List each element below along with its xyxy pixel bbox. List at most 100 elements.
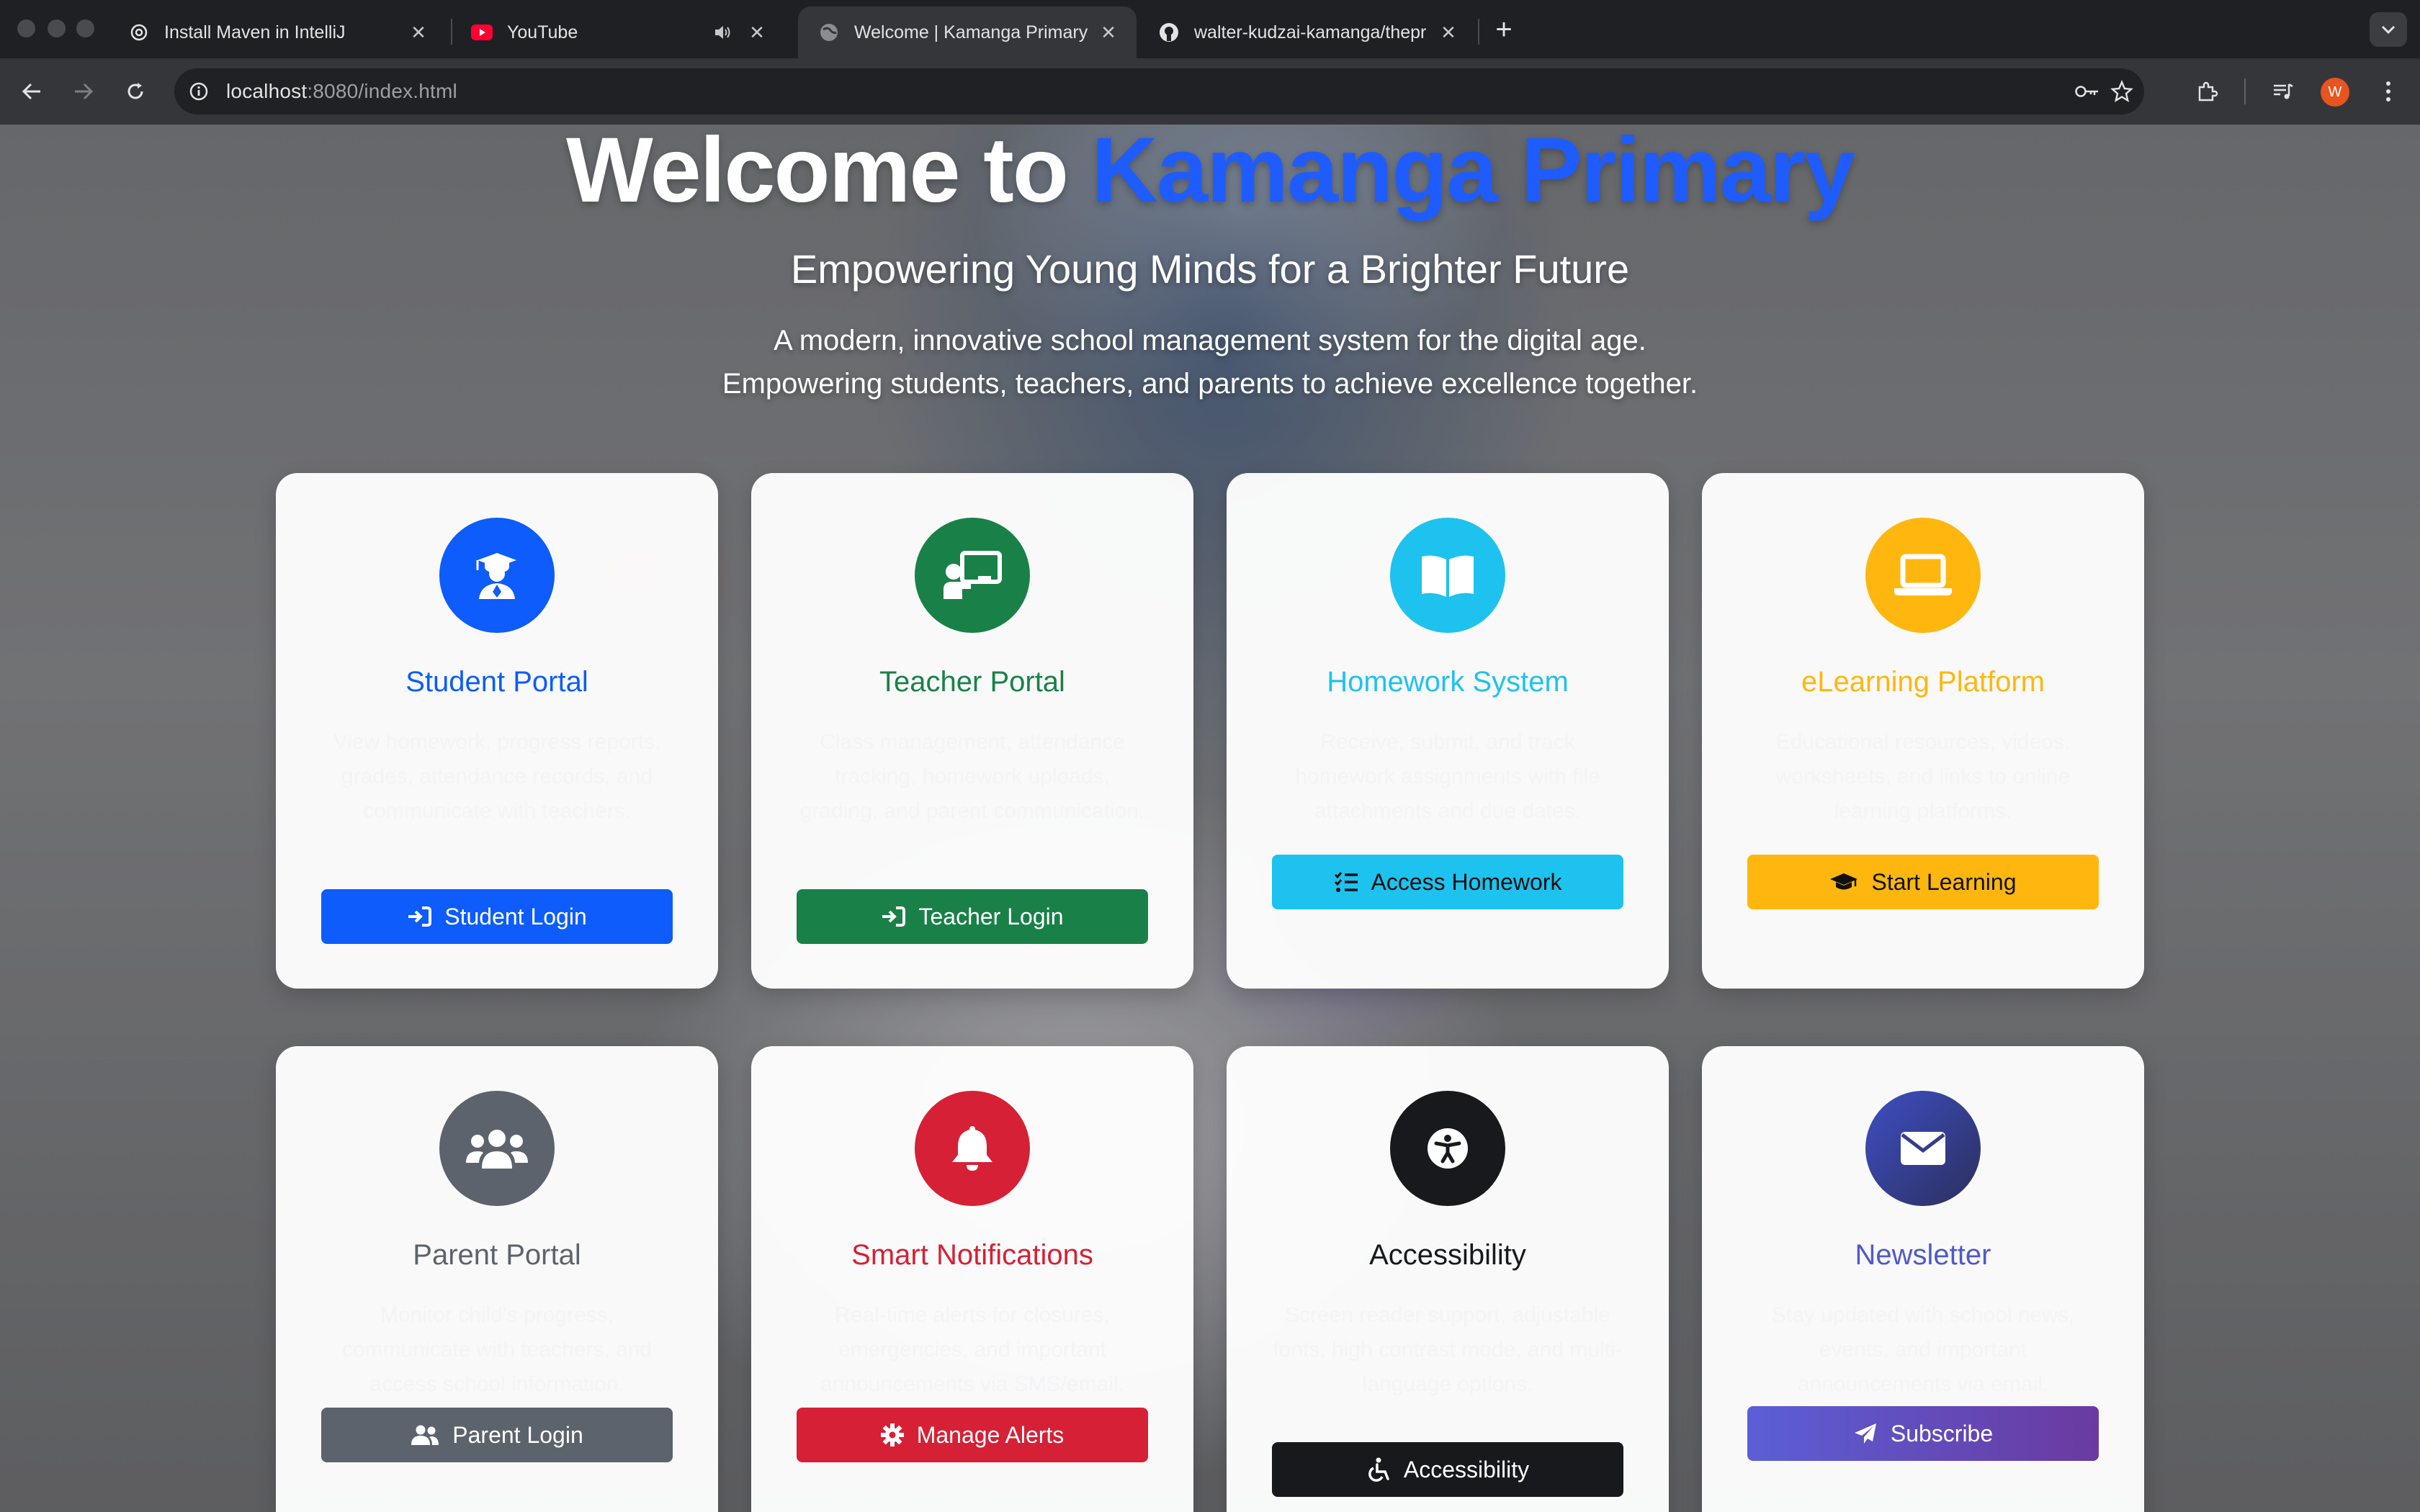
wheelchair-icon [1368,1457,1389,1482]
new-tab-plus-icon[interactable]: + [1487,13,1520,46]
tab-title: YouTube [507,22,578,42]
tab-close-icon[interactable]: ✕ [1098,22,1119,43]
hero-description-line: A modern, innovative school management s… [774,325,1646,356]
card-description: Stay updated with school news, events, a… [1771,1303,2075,1396]
tab-close-icon[interactable]: ✕ [1438,22,1459,43]
site-info-icon[interactable] [186,78,212,104]
card-description: Receive, submit, and track homework assi… [1295,730,1600,823]
card-title: Smart Notifications [851,1239,1093,1271]
media-control-icon[interactable] [2267,76,2299,107]
card-title: Teacher Portal [879,666,1065,698]
tab-title: walter-kudzai-kamanga/thepr [1194,22,1427,42]
card-description: Real-time alerts for closures, emergenci… [820,1303,1124,1396]
tab-close-icon[interactable]: ✕ [408,22,429,43]
accessibility-button[interactable]: Accessibility [1272,1442,1623,1497]
tab-youtube[interactable]: YouTube ✕ [451,6,785,58]
teacher-login-button[interactable]: Teacher Login [797,889,1148,944]
profile-avatar[interactable]: W [2321,78,2349,107]
card-description: Monitor child's progress, communicate wi… [341,1303,653,1396]
graduation-cap-icon [1830,873,1858,890]
cog-icon [880,1423,904,1446]
card-title: Accessibility [1369,1239,1526,1271]
button-label: Manage Alerts [916,1421,1065,1448]
button-label: Start Learning [1871,868,2017,895]
sign-in-icon [882,906,906,927]
window-close-dot[interactable] [17,19,35,37]
graduate-icon [439,518,555,633]
book-open-icon [1390,518,1505,633]
card-newsletter: Newsletter Stay updated with school news… [1702,1046,2144,1512]
openai-icon [128,22,150,43]
tab-divider [1478,19,1479,45]
parent-login-button[interactable]: Parent Login [321,1408,673,1462]
tab-github[interactable]: walter-kudzai-kamanga/thepr ✕ [1138,6,1476,58]
url-path: :8080/index.html [307,80,457,102]
speaker-icon[interactable] [712,22,733,43]
password-key-icon[interactable] [2074,78,2100,104]
tab-title: Install Maven in IntelliJ [164,22,346,42]
toolbar-divider [2244,78,2246,104]
card-teacher-portal: Teacher Portal Class management, attenda… [751,473,1193,989]
globe-icon [818,22,840,43]
extensions-puzzle-icon[interactable] [2191,76,2223,107]
tab-strip: Install Maven in IntelliJ ✕ YouTube ✕ We… [0,0,2420,58]
window-zoom-dot[interactable] [76,19,94,37]
hero-title: Welcome to Kamanga Primary [0,125,2420,217]
button-label: Subscribe [1890,1420,1994,1446]
hero-subtitle: Empowering Young Minds for a Brighter Fu… [790,246,1630,292]
url-host: localhost [226,80,308,102]
forward-arrow-icon[interactable] [68,76,99,107]
tab-close-icon[interactable]: ✕ [746,22,768,43]
subscribe-button[interactable]: Subscribe [1747,1406,2099,1461]
card-description: Educational resources, videos, worksheet… [1775,730,2071,823]
reload-icon[interactable] [120,76,151,107]
universal-access-icon [1390,1091,1505,1206]
start-learning-button[interactable]: Start Learning [1747,855,2099,909]
window-minimize-dot[interactable] [48,19,66,37]
page-viewport: Welcome to Kamanga Primary Empowering Yo… [0,125,2420,1512]
paper-plane-icon [1854,1423,1876,1444]
access-homework-button[interactable]: Access Homework [1272,855,1623,909]
browser-toolbar: localhost:8080/index.html [0,58,2420,125]
manage-alerts-button[interactable]: Manage Alerts [797,1408,1148,1462]
card-title: eLearning Platform [1801,666,2045,698]
button-label: Teacher Login [918,903,1064,930]
tab-kamanga-primary[interactable]: Welcome | Kamanga Primary ✕ [798,6,1137,58]
user-friends-icon [411,1425,439,1445]
card-smart-notifications: Smart Notifications Real-time alerts for… [751,1046,1193,1512]
envelope-icon [1865,1091,1981,1206]
card-description: Class management, attendance tracking, h… [799,730,1145,823]
address-bar[interactable]: localhost:8080/index.html [174,68,2144,114]
back-arrow-icon[interactable] [16,76,48,107]
address-url[interactable]: localhost:8080/index.html [226,80,457,103]
tab-title: Welcome | Kamanga Primary [854,22,1088,42]
hero-description-line: Empowering students, teachers, and paren… [722,368,1698,400]
tab-install-maven[interactable]: Install Maven in IntelliJ ✕ [108,6,447,58]
bell-icon [915,1091,1030,1206]
card-homework-system: Homework System Receive, submit, and tra… [1227,473,1669,989]
card-title: Newsletter [1855,1239,1991,1271]
card-title: Homework System [1327,666,1569,698]
card-elearning-platform: eLearning Platform Educational resources… [1702,473,2144,989]
bookmark-star-icon[interactable] [2109,78,2135,104]
button-label: Parent Login [452,1421,583,1448]
sign-in-icon [408,906,432,927]
student-login-button[interactable]: Student Login [321,889,673,944]
hero-title-accent: Kamanga Primary [1091,125,1855,222]
hero-title-prefix: Welcome to [565,125,1092,222]
card-title: Parent Portal [413,1239,581,1271]
laptop-icon [1865,518,1981,633]
list-check-icon [1334,872,1358,892]
github-icon [1158,22,1180,43]
card-description: Screen reader support, adjustable fonts,… [1273,1303,1623,1396]
button-label: Access Homework [1371,868,1562,895]
button-label: Student Login [444,903,587,930]
card-parent-portal: Parent Portal Monitor child's progress, … [276,1046,718,1512]
youtube-icon [471,22,493,43]
tab-search-chevron-icon[interactable] [2370,12,2407,47]
card-accessibility: Accessibility Screen reader support, adj… [1227,1046,1669,1512]
card-student-portal: Student Portal View homework, progress r… [276,473,718,989]
browser-menu-icon[interactable] [2372,76,2404,107]
button-label: Accessibility [1403,1456,1530,1482]
users-icon [439,1091,555,1206]
